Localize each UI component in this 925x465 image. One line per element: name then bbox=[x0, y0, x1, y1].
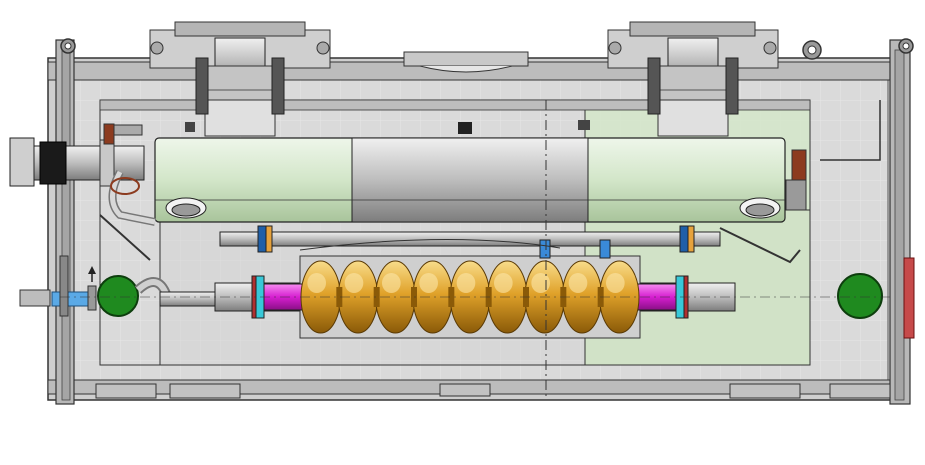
lifting-eye-left bbox=[60, 38, 76, 54]
cryomodule-cross-section bbox=[9, 21, 915, 405]
right-end-flange bbox=[889, 39, 911, 405]
cavity-cell-highlight bbox=[307, 273, 326, 293]
cavity-cell-highlight bbox=[344, 273, 364, 293]
cavity-cell-highlight bbox=[382, 273, 401, 293]
cavity-cell-highlight bbox=[456, 273, 476, 293]
cavity-cell-highlight bbox=[531, 273, 551, 293]
lifting-eye-far-right bbox=[898, 38, 914, 54]
cavity-cell-highlight bbox=[419, 273, 438, 293]
cryomodule-diagram bbox=[0, 0, 925, 465]
lifting-eye-right bbox=[802, 40, 822, 60]
cavity-cell-highlight bbox=[494, 273, 513, 293]
cavity-cell-highlight bbox=[568, 273, 588, 293]
right-wall-window bbox=[903, 257, 915, 339]
right-viewport bbox=[837, 273, 883, 319]
helium-return-pipe bbox=[154, 137, 786, 223]
left-end-flange bbox=[55, 39, 75, 405]
cavity-cell-highlight bbox=[606, 273, 625, 293]
